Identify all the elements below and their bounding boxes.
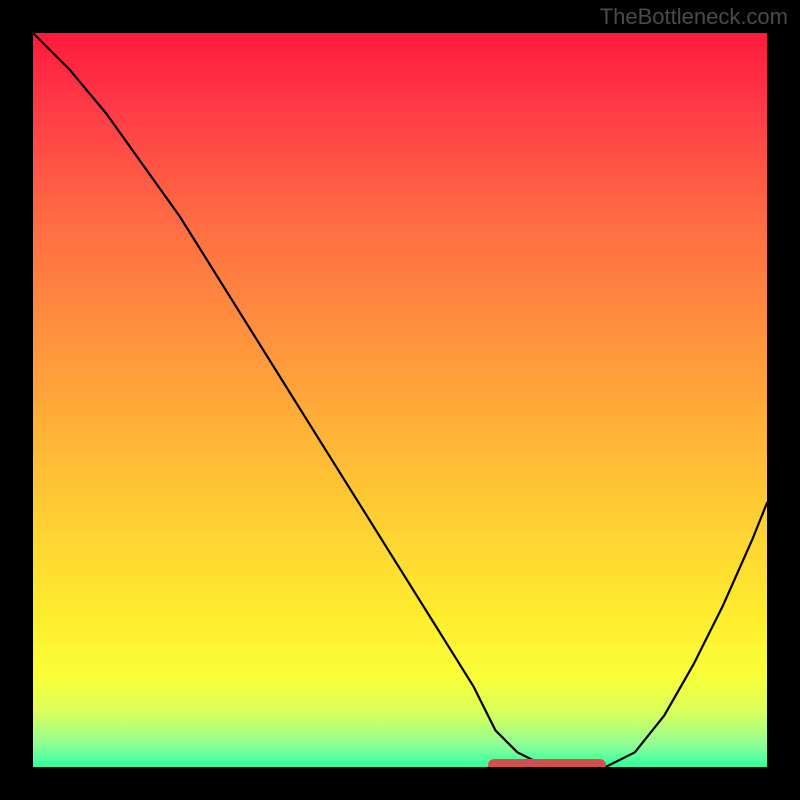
curve-svg bbox=[33, 33, 767, 767]
bottleneck-curve bbox=[33, 33, 767, 767]
optimal-range-marker bbox=[488, 759, 605, 767]
plot-area bbox=[33, 33, 767, 767]
watermark-text: TheBottleneck.com bbox=[600, 4, 788, 30]
